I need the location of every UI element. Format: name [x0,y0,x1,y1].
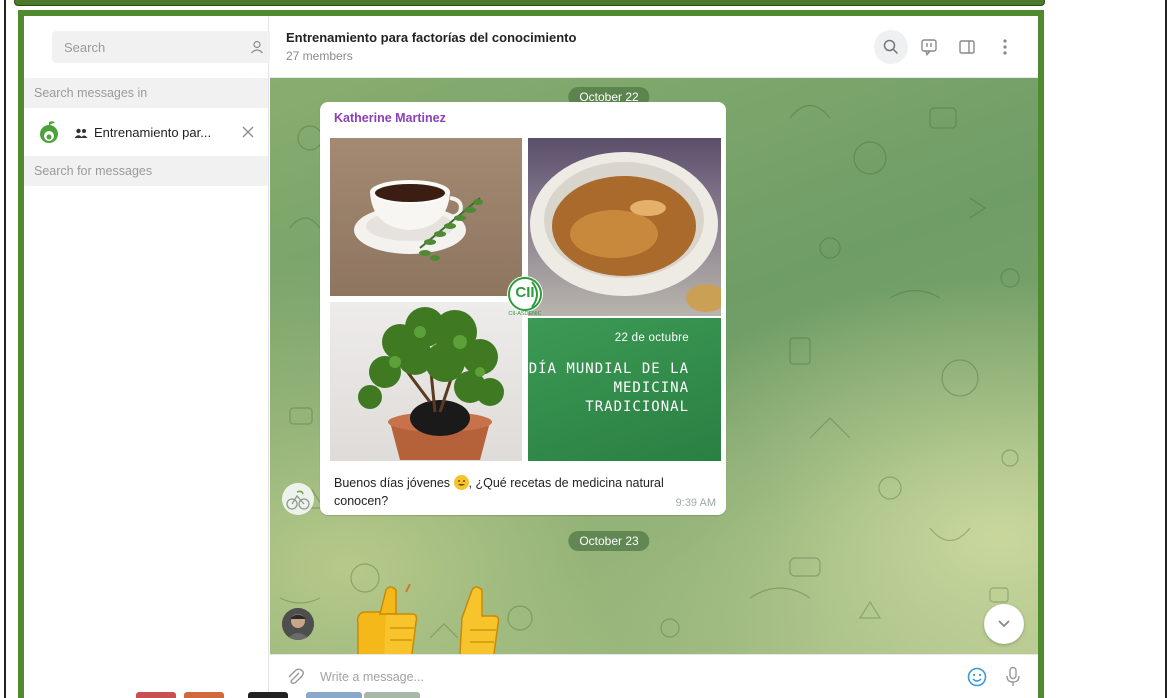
poster-title-line2: MEDICINA [613,380,689,396]
taskbar-app[interactable] [364,692,420,698]
cii-logo-caption: CII-ASDENIC [508,311,542,317]
more-button[interactable] [988,30,1022,64]
avatar[interactable] [282,483,314,515]
window-top-bar [14,0,1045,6]
sidebar-toggle-icon [959,39,975,54]
scroll-down-button[interactable] [984,604,1024,644]
chevron-down-icon [998,620,1010,628]
taskbar-app[interactable] [184,692,224,698]
chat-header-text[interactable]: Entrenamiento para factorías del conocim… [286,29,870,65]
chat-logo [36,119,62,145]
search-button[interactable] [874,29,908,64]
poster-date: 22 de octubre [614,332,689,344]
group-icon [74,128,88,139]
tea-closeup-photo[interactable] [528,138,721,316]
more-icon [1003,38,1007,55]
chat-filter-item[interactable]: Entrenamiento par... [24,108,268,156]
poster-title-line3: TRADICIONAL [585,399,689,415]
sidebar: Search messages in Entrenamiento par... … [24,16,298,698]
contacts-icon[interactable] [250,40,264,54]
search-input[interactable] [64,39,240,55]
thumbs-up-icon[interactable] [350,584,420,654]
search-for-messages-label[interactable]: Search for messages [24,156,268,186]
search-icon [883,39,899,54]
chat-panel: Entrenamiento para factorías del conocim… [270,16,1038,698]
search-box[interactable] [52,31,298,63]
sender-name[interactable]: Katherine Martinez [334,111,446,125]
avatar[interactable] [282,608,314,640]
cii-logo-text: CII [515,284,535,301]
message-time: 9:39 AM [675,497,716,509]
comments-icon [921,38,937,56]
poster-photo[interactable]: 22 de octubre DÍA MUNDIAL DE LA MEDICINA… [528,318,721,461]
telegram-window: Search messages in Entrenamiento par... … [18,10,1044,698]
chat-header: Entrenamiento para factorías del conocim… [270,16,1038,78]
taskbar-strip [6,692,420,698]
message-bubble[interactable]: Katherine Martinez 22 de octubre DÍA MUN… [320,102,726,515]
comments-button[interactable] [912,30,946,64]
message-input[interactable] [320,669,966,684]
sidebar-toggle-button[interactable] [950,30,984,64]
sidebar-header [24,16,298,78]
tea-cup-photo[interactable] [330,138,522,296]
plant-photo[interactable] [330,302,522,461]
close-icon[interactable] [240,124,256,140]
photo-collage[interactable]: 22 de octubre DÍA MUNDIAL DE LA MEDICINA… [330,138,721,461]
mic-icon[interactable] [1002,666,1024,688]
message-text: Buenos días jóvenes , ¿Qué recetas de me… [334,475,664,508]
poster-title-line1: DÍA MUNDIAL DE LA [528,361,689,377]
search-messages-in-label: Search messages in [24,78,268,108]
taskbar-app[interactable] [136,692,176,698]
page: Search messages in Entrenamiento par... … [0,0,1175,698]
thumbs-up-icon[interactable] [456,584,502,654]
emoji-icon[interactable] [966,666,988,688]
cii-logo: CII CII-ASDENIC [502,274,548,320]
message-area[interactable]: October 22 Katherine Martinez 22 de octu… [270,78,1038,654]
grinning-emoji-icon [453,475,469,490]
taskbar-app[interactable] [306,692,362,698]
chat-filter-label: Entrenamiento par... [94,124,212,140]
taskbar-app[interactable] [248,692,288,698]
member-count: 27 members [286,48,353,63]
chat-title[interactable]: Entrenamiento para factorías del conocim… [286,29,870,47]
date-separator: October 23 [568,531,650,551]
attach-icon[interactable] [284,666,306,688]
